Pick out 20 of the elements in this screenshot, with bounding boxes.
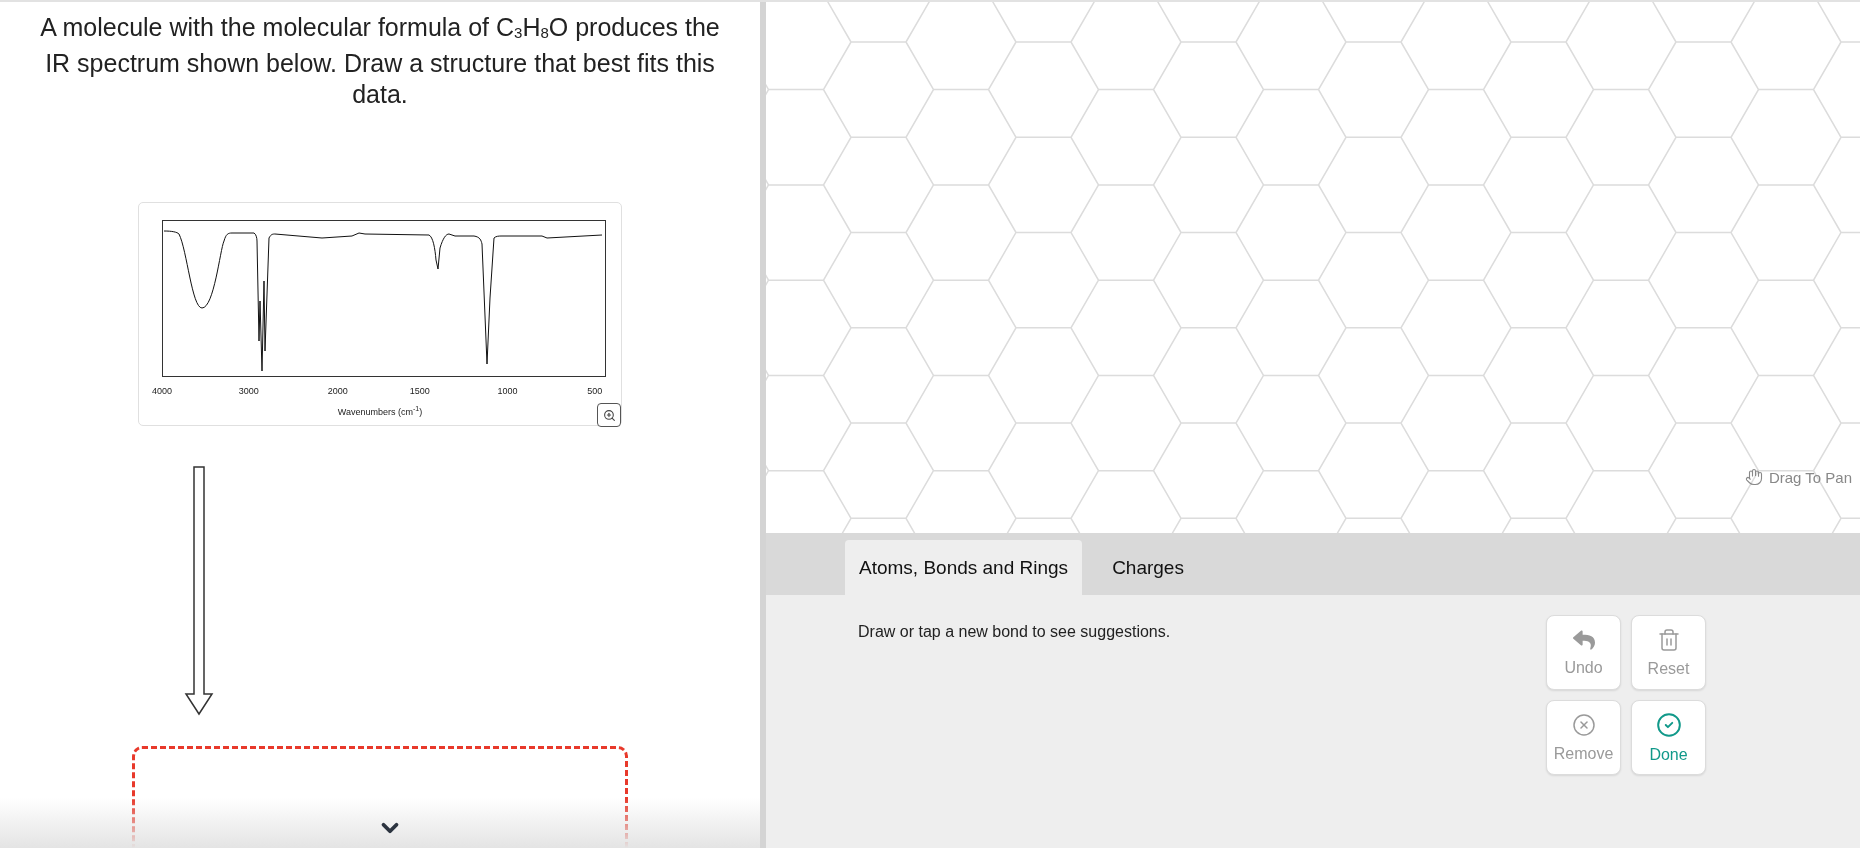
axis-label: Wavenumbers (cm$^{-1}$) — [337, 405, 423, 417]
question-text: A molecule with the molecular formula of C$_{3}$H$_{8}$O produces the IR spectrum shown below. Draw a structure that best fits this data. — [39, 12, 721, 110]
zoom-in-button[interactable] — [597, 403, 621, 427]
trash-icon — [1656, 627, 1681, 652]
tick-label: 3000 — [238, 386, 259, 396]
undo-icon — [1572, 628, 1595, 651]
drag-hint: Drag To Pan — [1768, 468, 1852, 486]
done-button[interactable]: Done — [1631, 700, 1706, 775]
hand-icon — [1744, 468, 1763, 486]
circle-x-icon — [1571, 712, 1596, 737]
zoom-in-icon — [602, 408, 616, 422]
tick-label: 1000 — [497, 386, 518, 396]
tick-label: 1500 — [409, 386, 430, 396]
tick-label: 4000 — [152, 386, 172, 396]
suggestion-message: Draw or tap a new bond to see suggestions. — [858, 623, 1171, 642]
circle-check-icon — [1655, 711, 1682, 738]
tab[interactable]: Charges — [1082, 540, 1214, 595]
tick-label: 500 — [587, 386, 603, 396]
tick-label: 2000 — [327, 386, 348, 396]
tab[interactable]: Atoms, Bonds and Rings — [845, 540, 1083, 595]
